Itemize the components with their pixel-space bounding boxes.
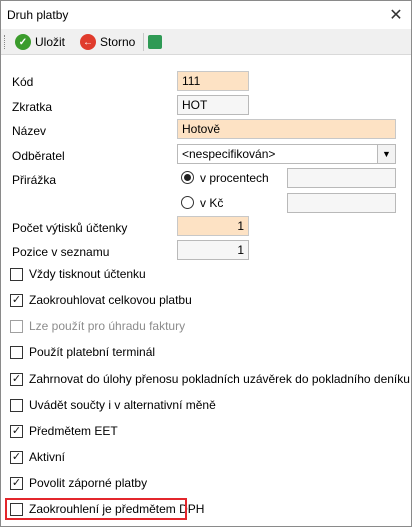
radio-percent-label: v procentech bbox=[200, 171, 269, 185]
checkbox-label: Vždy tisknout účtenku bbox=[29, 267, 146, 281]
cancel-button[interactable]: ← Storno bbox=[80, 32, 135, 52]
percent-field[interactable] bbox=[287, 168, 396, 188]
nazev-label: Název bbox=[12, 124, 47, 138]
checkmark-icon[interactable]: ✓ bbox=[10, 293, 23, 307]
toolbar-grip[interactable] bbox=[4, 35, 6, 49]
checkbox-round-total-payment[interactable]: ✓ Zaokrouhlovat celkovou platbu bbox=[10, 292, 192, 308]
refresh-button[interactable] bbox=[148, 32, 162, 52]
checkbox-label: Lze použít pro úhradu faktury bbox=[29, 319, 186, 333]
toolbar-separator bbox=[143, 33, 144, 51]
checkmark-icon[interactable]: ✓ bbox=[10, 424, 23, 438]
prirazka-label: Přirážka bbox=[12, 173, 57, 187]
close-icon: ✕ bbox=[389, 7, 403, 24]
checkbox-active[interactable]: ✓ Aktivní bbox=[10, 449, 65, 465]
refresh-icon bbox=[148, 35, 162, 49]
title-bar: Druh platby ✕ bbox=[1, 1, 411, 29]
save-button[interactable]: ✓ Uložit bbox=[15, 32, 65, 52]
radio-kc[interactable] bbox=[181, 196, 194, 209]
checkbox-box bbox=[10, 319, 23, 333]
odberatel-value: <nespecifikován> bbox=[182, 147, 276, 161]
checkbox-allow-negative[interactable]: ✓ Povolit záporné platby bbox=[10, 475, 147, 491]
odberatel-combo[interactable]: <nespecifikován> ▼ bbox=[177, 144, 396, 164]
checkbox-box[interactable] bbox=[10, 398, 23, 412]
dialog-window: Druh platby ✕ ✓ Uložit ← Storno Kód 111 … bbox=[0, 0, 412, 527]
cancel-label: Storno bbox=[100, 35, 136, 49]
checkmark-icon[interactable]: ✓ bbox=[10, 476, 23, 490]
radio-percent[interactable] bbox=[181, 171, 194, 184]
checkmark-icon[interactable]: ✓ bbox=[10, 372, 23, 386]
chevron-down-icon[interactable]: ▼ bbox=[377, 145, 395, 163]
back-arrow-icon: ← bbox=[80, 34, 96, 50]
pocet-field[interactable]: 1 bbox=[177, 216, 249, 236]
checkbox-label: Povolit záporné platby bbox=[29, 476, 148, 490]
checkbox-label: Uvádět součty i v alternativní měně bbox=[29, 398, 216, 412]
pozice-label: Pozice v seznamu bbox=[12, 245, 110, 259]
checkbox-payment-terminal[interactable]: Použít platební terminál bbox=[10, 344, 155, 360]
odberatel-label: Odběratel bbox=[12, 149, 65, 163]
check-icon: ✓ bbox=[15, 34, 31, 50]
save-label: Uložit bbox=[35, 35, 66, 49]
radio-kc-label: v Kč bbox=[200, 196, 224, 210]
checkbox-box[interactable] bbox=[10, 267, 23, 281]
checkbox-label: Předmětem EET bbox=[29, 424, 118, 438]
checkbox-label: Zahrnovat do úlohy přenosu pokladních uz… bbox=[29, 372, 410, 386]
highlight-box bbox=[5, 498, 187, 520]
checkbox-box[interactable] bbox=[10, 345, 23, 359]
checkbox-alt-currency-sums[interactable]: Uvádět součty i v alternativní měně bbox=[10, 397, 216, 413]
zkratka-label: Zkratka bbox=[12, 100, 53, 114]
checkmark-icon[interactable]: ✓ bbox=[10, 450, 23, 464]
kod-label: Kód bbox=[12, 75, 34, 89]
nazev-field[interactable]: Hotově bbox=[177, 119, 396, 139]
checkbox-invoice-payment: Lze použít pro úhradu faktury bbox=[10, 318, 185, 334]
checkbox-label: Použít platební terminál bbox=[29, 345, 156, 359]
kc-field[interactable] bbox=[287, 193, 396, 213]
pocet-label: Počet výtisků účtenky bbox=[12, 221, 128, 235]
kod-field[interactable]: 111 bbox=[177, 71, 249, 91]
checkbox-eet-subject[interactable]: ✓ Předmětem EET bbox=[10, 423, 118, 439]
zkratka-field[interactable]: HOT bbox=[177, 95, 249, 115]
checkbox-always-print-receipt[interactable]: Vždy tisknout účtenku bbox=[10, 266, 146, 282]
window-title: Druh platby bbox=[7, 8, 69, 22]
checkbox-label: Aktivní bbox=[29, 450, 66, 464]
pozice-field[interactable]: 1 bbox=[177, 240, 249, 260]
close-button[interactable]: ✕ bbox=[385, 5, 407, 25]
checkbox-include-cash-transfer[interactable]: ✓ Zahrnovat do úlohy přenosu pokladních u… bbox=[10, 371, 410, 387]
toolbar: ✓ Uložit ← Storno bbox=[1, 29, 411, 55]
checkbox-label: Zaokrouhlovat celkovou platbu bbox=[29, 293, 192, 307]
